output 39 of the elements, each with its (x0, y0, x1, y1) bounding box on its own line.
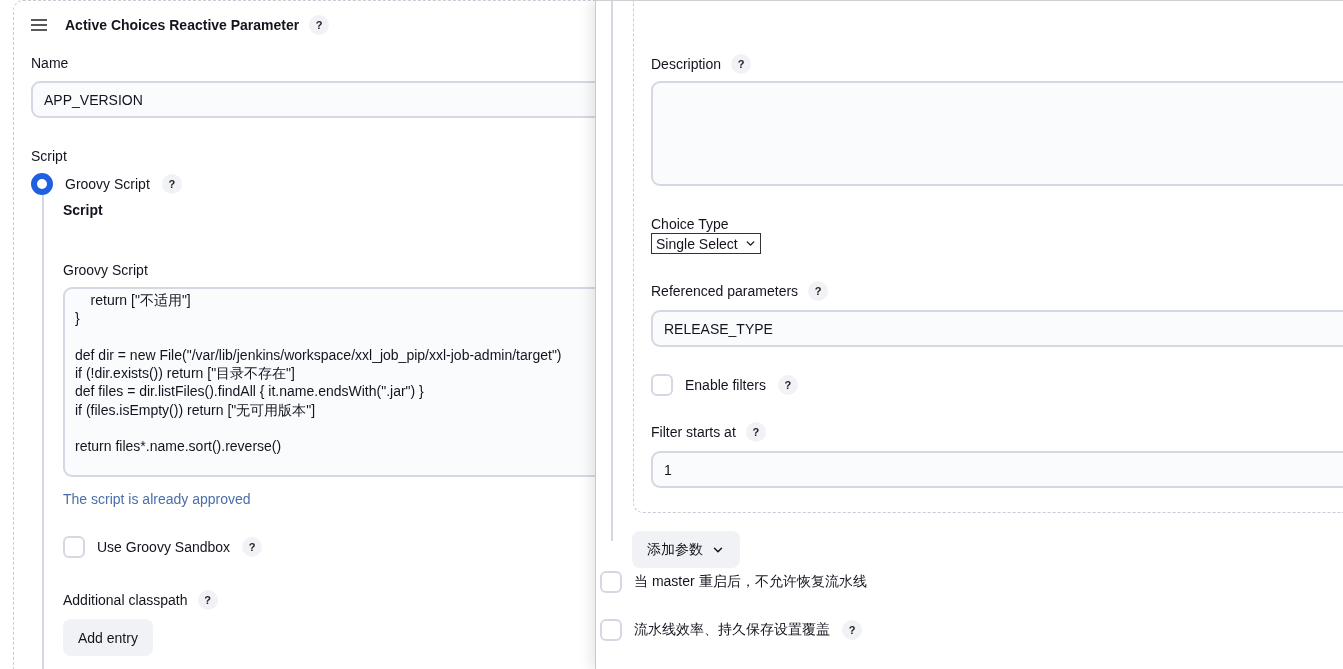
checkbox[interactable] (600, 619, 622, 641)
help-icon[interactable]: ? (777, 375, 798, 395)
field-label: Choice Type (651, 215, 729, 233)
add-entry-button[interactable]: Add entry (63, 619, 153, 656)
field-label: Name (31, 54, 69, 72)
help-icon[interactable]: ? (842, 620, 862, 640)
subsection-title: Script (63, 201, 104, 219)
add-parameter-button[interactable]: 添加参数 (632, 531, 740, 568)
checkbox[interactable] (63, 536, 85, 558)
field-label: Script (31, 147, 67, 165)
field-label: Groovy Script (63, 261, 148, 279)
description-textarea[interactable] (651, 81, 1343, 186)
referenced-input[interactable]: RELEASE_TYPE (651, 310, 1343, 347)
section-title: Active Choices Reactive Parameter (65, 17, 300, 33)
radio-label: Groovy Script (65, 176, 150, 192)
filter-start-input[interactable]: 1 (651, 451, 1343, 488)
checkbox-label: Enable filters (685, 377, 766, 393)
code-editor[interactable]: return ["不适用"] } def dir = new File("/var/lib/jenkins/workspace/xxl_job_pip/xxl-job-admin/target") if (!dir.exists()) return ["目录不存在"] def files = dir.listFiles().findAll { it.name.endsWith(".jar") } if (files.isEmpty()) return ["无可用版本"] return files*.name.sort().reverse() (63, 287, 595, 477)
menu-icon[interactable] (31, 19, 47, 31)
radio-button[interactable] (31, 173, 53, 195)
approval-status: The script is already approved (63, 491, 252, 509)
checkbox-label: Use Groovy Sandbox (97, 539, 231, 555)
field-label: Description (651, 55, 722, 73)
checkbox[interactable] (600, 571, 622, 593)
help-icon[interactable]: ? (197, 590, 218, 610)
help-icon[interactable]: ? (242, 537, 263, 557)
help-icon[interactable]: ? (808, 281, 829, 301)
help-icon[interactable]: ? (161, 174, 182, 194)
choice-type-select[interactable]: Single Select (651, 233, 761, 254)
field-label: Referenced parameters (651, 282, 799, 300)
field-label: Additional classpath (63, 591, 188, 609)
checkbox-label: 当 master 重启后，不允许恢复流水线 (634, 573, 867, 591)
help-icon[interactable]: ? (745, 422, 766, 442)
help-icon[interactable]: ? (309, 15, 330, 35)
checkbox-label: 流水线效率、持久保存设置覆盖 (634, 621, 830, 639)
checkbox[interactable] (651, 374, 673, 396)
field-label: Filter starts at (651, 423, 736, 441)
help-icon[interactable]: ? (731, 54, 752, 74)
name-input[interactable]: APP_VERSION (31, 81, 595, 118)
